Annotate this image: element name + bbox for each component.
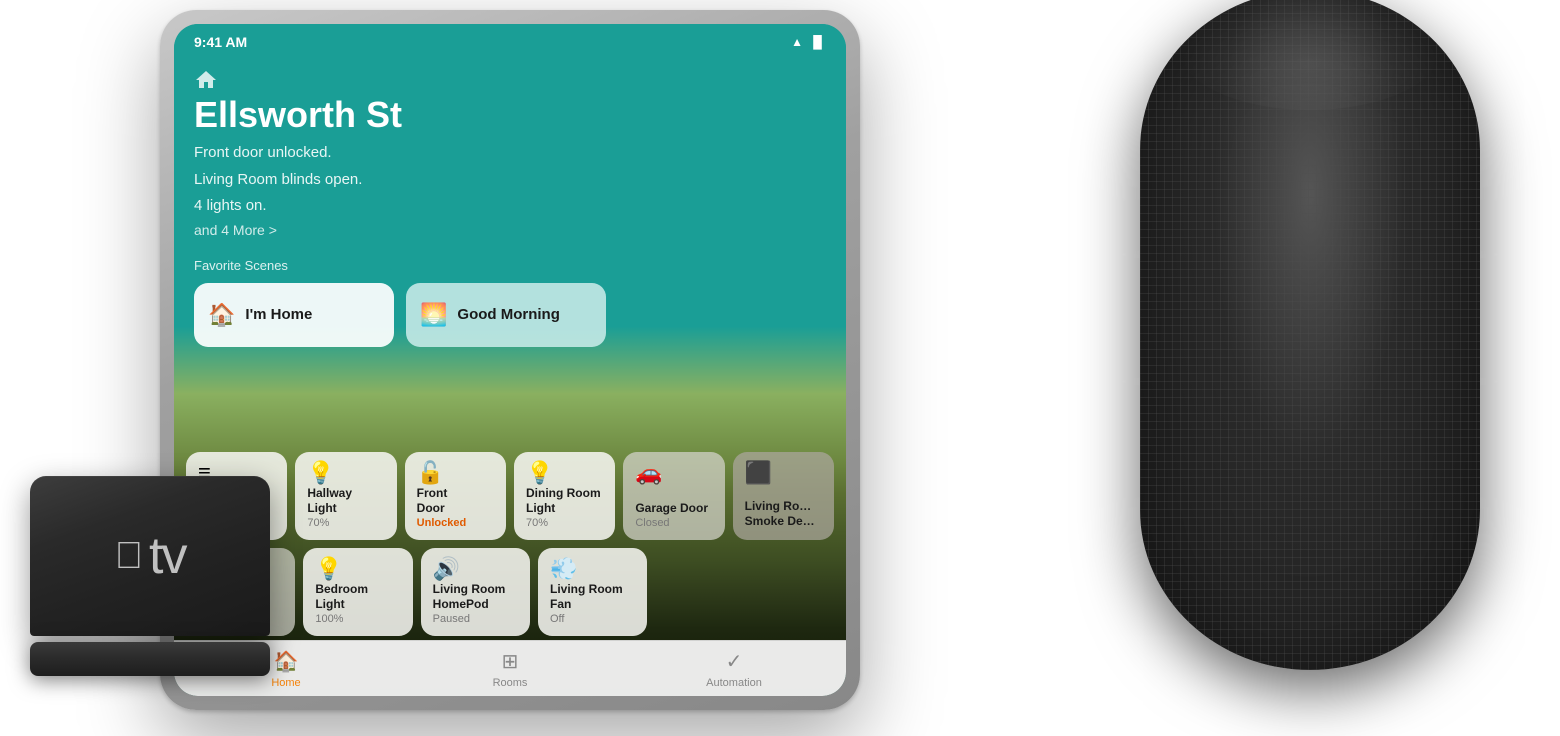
- bedroom-light-name: BedroomLight: [315, 582, 400, 613]
- home-outline-icon: [194, 68, 218, 92]
- accessory-garage-door[interactable]: 🚗 Garage Door Closed: [623, 452, 724, 540]
- appletv-text-label: tv: [149, 530, 185, 582]
- fan-status: Off: [550, 613, 635, 626]
- appletv-base: [30, 642, 270, 676]
- appletv-device:  tv: [20, 476, 280, 676]
- homepod-device: [1100, 0, 1520, 710]
- battery-icon: ▐▌: [809, 35, 826, 49]
- garage-name: Garage Door: [635, 501, 712, 517]
- front-door-name: FrontDoor: [417, 486, 494, 517]
- empty-slot-1: [655, 548, 740, 636]
- im-home-icon: 🏠: [208, 302, 235, 328]
- good-morning-label: Good Morning: [457, 306, 559, 323]
- hallway-light-status: 70%: [307, 517, 384, 530]
- tab-rooms-label: Rooms: [493, 677, 528, 689]
- garage-icon: 🚗: [635, 462, 712, 484]
- accessory-homepod[interactable]: 🔊 Living RoomHomePod Paused: [421, 548, 530, 636]
- homepod-mini-icon: 🔊: [433, 558, 518, 580]
- ipad-main-content: Ellsworth St Front door unlocked. Living…: [194, 94, 826, 347]
- smoke-icon: ⬛: [745, 462, 822, 484]
- appletv-logo:  tv: [115, 530, 186, 582]
- hallway-bulb-icon: 💡: [307, 462, 384, 484]
- accessories-grid: ≡ Living RoomShades Open 💡 HallwayLight: [186, 452, 834, 636]
- status-line-1: Front door unlocked.: [194, 142, 826, 165]
- accessories-row-1: ≡ Living RoomShades Open 💡 HallwayLight: [186, 452, 834, 540]
- bedroom-bulb-icon: 💡: [315, 558, 400, 580]
- im-home-label: I'm Home: [245, 306, 312, 323]
- fan-name: Living RoomFan: [550, 582, 635, 613]
- tab-automation-label: Automation: [706, 677, 762, 689]
- tab-automation-icon: ✓: [726, 649, 743, 674]
- front-door-status: Unlocked: [417, 517, 494, 530]
- tab-rooms-icon: ⊞: [502, 649, 519, 674]
- fan-icon: 💨: [550, 558, 635, 580]
- location-name: Ellsworth St: [194, 94, 826, 136]
- tab-rooms[interactable]: ⊞ Rooms: [398, 649, 622, 689]
- appletv-top:  tv: [30, 476, 270, 636]
- garage-status: Closed: [635, 517, 712, 530]
- scenes-row: 🏠 I'm Home 🌅 Good Morning: [194, 283, 826, 347]
- more-link[interactable]: and 4 More >: [194, 222, 826, 238]
- accessory-smoke-detector[interactable]: ⬛ Living Ro…Smoke De…: [733, 452, 834, 540]
- hallway-light-name: HallwayLight: [307, 486, 384, 517]
- smoke-name: Living Ro…Smoke De…: [745, 499, 822, 530]
- accessory-living-room-fan[interactable]: 💨 Living RoomFan Off: [538, 548, 647, 636]
- dining-light-status: 70%: [526, 517, 603, 530]
- dining-light-name: Dining RoomLight: [526, 486, 603, 517]
- apple-logo-icon: : [115, 537, 144, 575]
- home-nav-button[interactable]: [194, 68, 218, 97]
- status-icons: ▲ ▐▌: [791, 35, 826, 49]
- accessory-dining-room-light[interactable]: 💡 Dining RoomLight 70%: [514, 452, 615, 540]
- empty-slot-2: [749, 548, 834, 636]
- scene-card-good-morning[interactable]: 🌅 Good Morning: [406, 283, 606, 347]
- tab-home-label: Home: [271, 677, 300, 689]
- favorite-scenes-label: Favorite Scenes: [194, 258, 826, 273]
- homepod-name: Living RoomHomePod: [433, 582, 518, 613]
- homepod-body: [1140, 0, 1480, 670]
- accessory-bedroom-light[interactable]: 💡 BedroomLight 100%: [303, 548, 412, 636]
- status-line-3: 4 lights on.: [194, 195, 826, 218]
- status-time: 9:41 AM: [194, 34, 247, 50]
- dining-bulb-icon: 💡: [526, 462, 603, 484]
- main-scene: 9:41 AM ▲ ▐▌ Ellsworth St Front door unl…: [0, 0, 1560, 736]
- accessory-hallway-light[interactable]: 💡 HallwayLight 70%: [295, 452, 396, 540]
- front-door-icon: 🔓: [417, 462, 494, 484]
- accessories-row-2: ≡ BedroomShades Closed 💡 BedroomLight: [186, 548, 834, 636]
- tab-automation[interactable]: ✓ Automation: [622, 649, 846, 689]
- accessory-front-door[interactable]: 🔓 FrontDoor Unlocked: [405, 452, 506, 540]
- bedroom-light-status: 100%: [315, 613, 400, 626]
- good-morning-icon: 🌅: [420, 302, 447, 328]
- homepod-status: Paused: [433, 613, 518, 626]
- status-bar: 9:41 AM ▲ ▐▌: [174, 24, 846, 60]
- status-line-2: Living Room blinds open.: [194, 169, 826, 192]
- wifi-icon: ▲: [791, 35, 803, 49]
- scene-card-im-home[interactable]: 🏠 I'm Home: [194, 283, 394, 347]
